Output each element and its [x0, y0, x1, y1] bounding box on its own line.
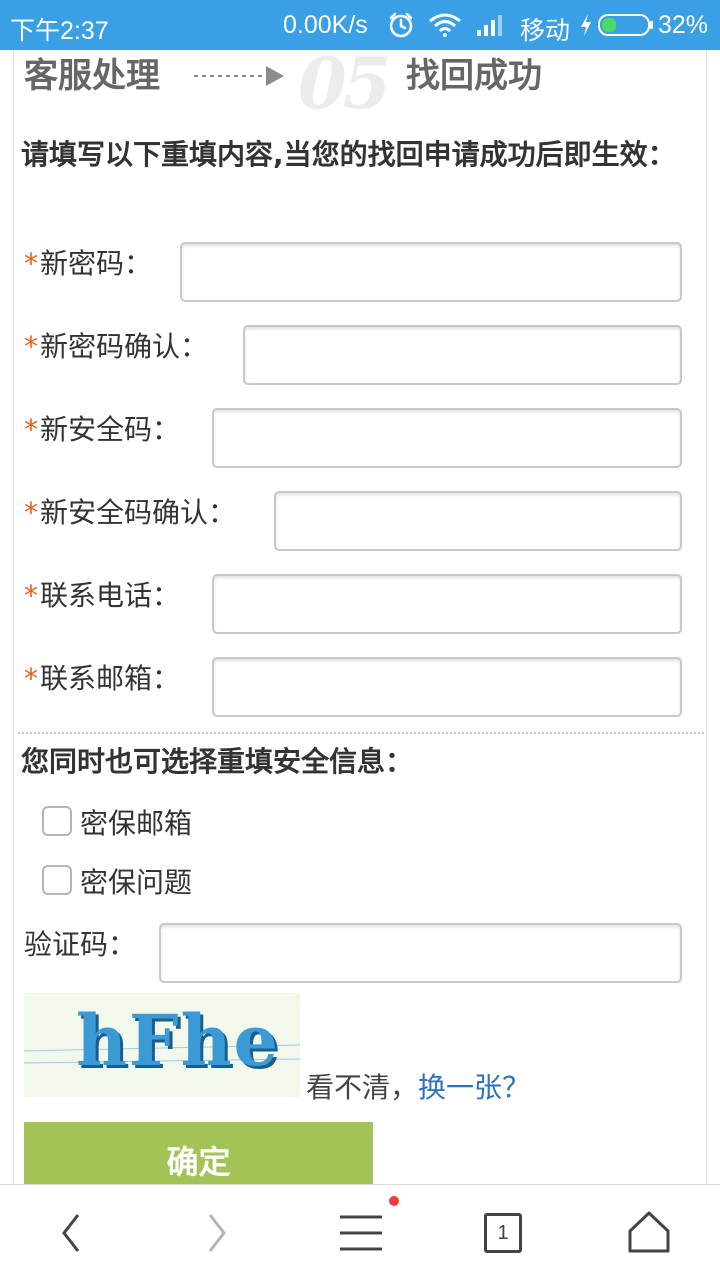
field-label-email: *联系邮箱：	[24, 657, 180, 697]
battery-percent: 32%	[658, 11, 709, 39]
step-previous: 客服处理	[24, 56, 160, 96]
required-mark: *	[24, 413, 38, 446]
confirm-password-input[interactable]	[243, 325, 682, 385]
alarm-clock-icon	[389, 12, 413, 38]
field-label-new-security-code: *新安全码：	[24, 408, 180, 448]
new-password-input[interactable]	[180, 242, 682, 302]
status-bar: 下午2:37 0.00K/s 移动 32%	[0, 0, 720, 50]
confirm-button[interactable]: 确定	[24, 1122, 373, 1184]
phone-input[interactable]	[212, 574, 682, 634]
new-security-code-input[interactable]	[212, 408, 682, 468]
home-button[interactable]	[604, 1185, 694, 1280]
network-speed: 0.00K/s	[283, 11, 368, 39]
required-mark: *	[24, 662, 38, 695]
field-label-text: 新安全码：	[40, 413, 181, 446]
field-label-text: 联系电话：	[40, 579, 181, 612]
step-progress: 客服处理 05 找回成功	[14, 50, 706, 125]
field-label-text: 新密码：	[40, 247, 153, 280]
forward-button[interactable]	[172, 1185, 262, 1280]
field-label-text: 新安全码确认：	[40, 496, 237, 529]
captcha-refresh-row: 看不清，换一张？	[306, 1066, 530, 1106]
security-email-checkbox[interactable]	[42, 806, 72, 836]
step-current: 找回成功	[406, 56, 542, 96]
browser-bottom-bar: 1	[0, 1184, 720, 1280]
required-mark: *	[24, 247, 38, 280]
field-label-phone: *联系电话：	[24, 574, 180, 614]
field-label-text: 新密码确认：	[40, 330, 209, 363]
unclear-text: 看不清，	[306, 1071, 419, 1104]
home-icon	[628, 1211, 670, 1253]
change-captcha-link[interactable]: 换一张？	[418, 1071, 530, 1104]
tabs-button[interactable]: 1	[484, 1213, 522, 1253]
captcha-text: hFhe	[76, 999, 281, 1082]
option-label: 密保问题	[80, 866, 193, 899]
step-number: 05	[298, 50, 391, 125]
confirm-security-code-input[interactable]	[274, 491, 682, 551]
page-content: 客服处理 05 找回成功 请填写以下重填内容,当您的找回申请成功后即生效： *新…	[13, 50, 707, 1184]
wifi-icon	[429, 13, 461, 37]
carrier-name: 移动	[520, 17, 571, 45]
field-label-new-password: *新密码：	[24, 242, 152, 282]
status-time: 下午2:37	[10, 17, 109, 45]
signal-icon	[477, 15, 502, 36]
security-question-checkbox[interactable]	[42, 865, 72, 895]
battery-icon	[598, 14, 653, 36]
back-button[interactable]	[26, 1185, 116, 1280]
captcha-label: 验证码：	[24, 928, 137, 961]
form-intro: 请填写以下重填内容,当您的找回申请成功后即生效：	[21, 138, 676, 171]
field-label-confirm-security-code: *新安全码确认：	[24, 491, 236, 531]
required-mark: *	[24, 579, 38, 612]
notification-dot	[389, 1196, 399, 1206]
dotted-arrow-icon	[194, 66, 284, 86]
captcha-image[interactable]: hFhe	[24, 993, 300, 1097]
required-mark: *	[24, 330, 38, 363]
charging-icon	[581, 14, 591, 36]
field-label-text: 联系邮箱：	[40, 662, 181, 695]
option-label: 密保邮箱	[80, 807, 193, 840]
section-divider	[18, 732, 704, 734]
field-label-confirm-password: *新密码确认：	[24, 325, 208, 365]
optional-section-title: 您同时也可选择重填安全信息：	[21, 745, 414, 778]
required-mark: *	[24, 496, 38, 529]
captcha-input[interactable]	[159, 923, 682, 983]
forward-icon	[208, 1214, 226, 1252]
email-input[interactable]	[212, 657, 682, 717]
back-icon	[62, 1214, 80, 1252]
